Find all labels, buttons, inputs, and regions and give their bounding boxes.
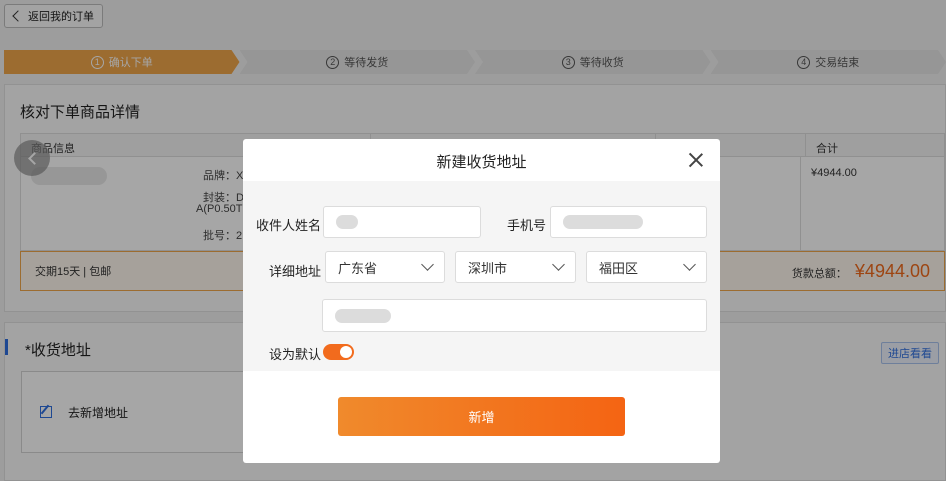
dialog-title: 新建收货地址 <box>436 154 527 171</box>
detail-address-label: 详细地址 <box>269 264 322 279</box>
redacted-value <box>336 215 358 229</box>
new-address-dialog: 新建收货地址 收件人姓名 手机号 详细地址 广东省 深圳市 福田区 设为默认 新… <box>243 139 720 463</box>
city-value: 深圳市 <box>468 260 508 276</box>
dialog-header: 新建收货地址 <box>243 139 720 181</box>
close-icon[interactable] <box>687 151 705 169</box>
phone-input[interactable] <box>550 206 707 238</box>
recipient-name-input[interactable] <box>323 206 481 238</box>
recipient-name-label: 收件人姓名 <box>256 218 322 233</box>
dialog-form: 收件人姓名 手机号 详细地址 广东省 深圳市 福田区 设为默认 <box>243 181 720 371</box>
add-address-submit-button[interactable]: 新增 <box>338 397 625 436</box>
city-select[interactable]: 深圳市 <box>455 251 576 283</box>
chevron-down-icon <box>683 258 696 271</box>
chevron-down-icon <box>552 258 565 271</box>
district-select[interactable]: 福田区 <box>586 251 707 283</box>
redacted-value <box>335 308 391 323</box>
district-value: 福田区 <box>599 260 639 276</box>
street-address-input[interactable] <box>322 299 707 332</box>
set-default-label: 设为默认 <box>269 347 322 362</box>
chevron-down-icon <box>421 258 434 271</box>
redacted-value <box>563 215 643 229</box>
province-select[interactable]: 广东省 <box>325 251 445 283</box>
phone-label: 手机号 <box>507 218 547 233</box>
province-value: 广东省 <box>338 260 378 276</box>
set-default-toggle[interactable] <box>323 344 354 360</box>
toggle-knob <box>340 346 352 358</box>
